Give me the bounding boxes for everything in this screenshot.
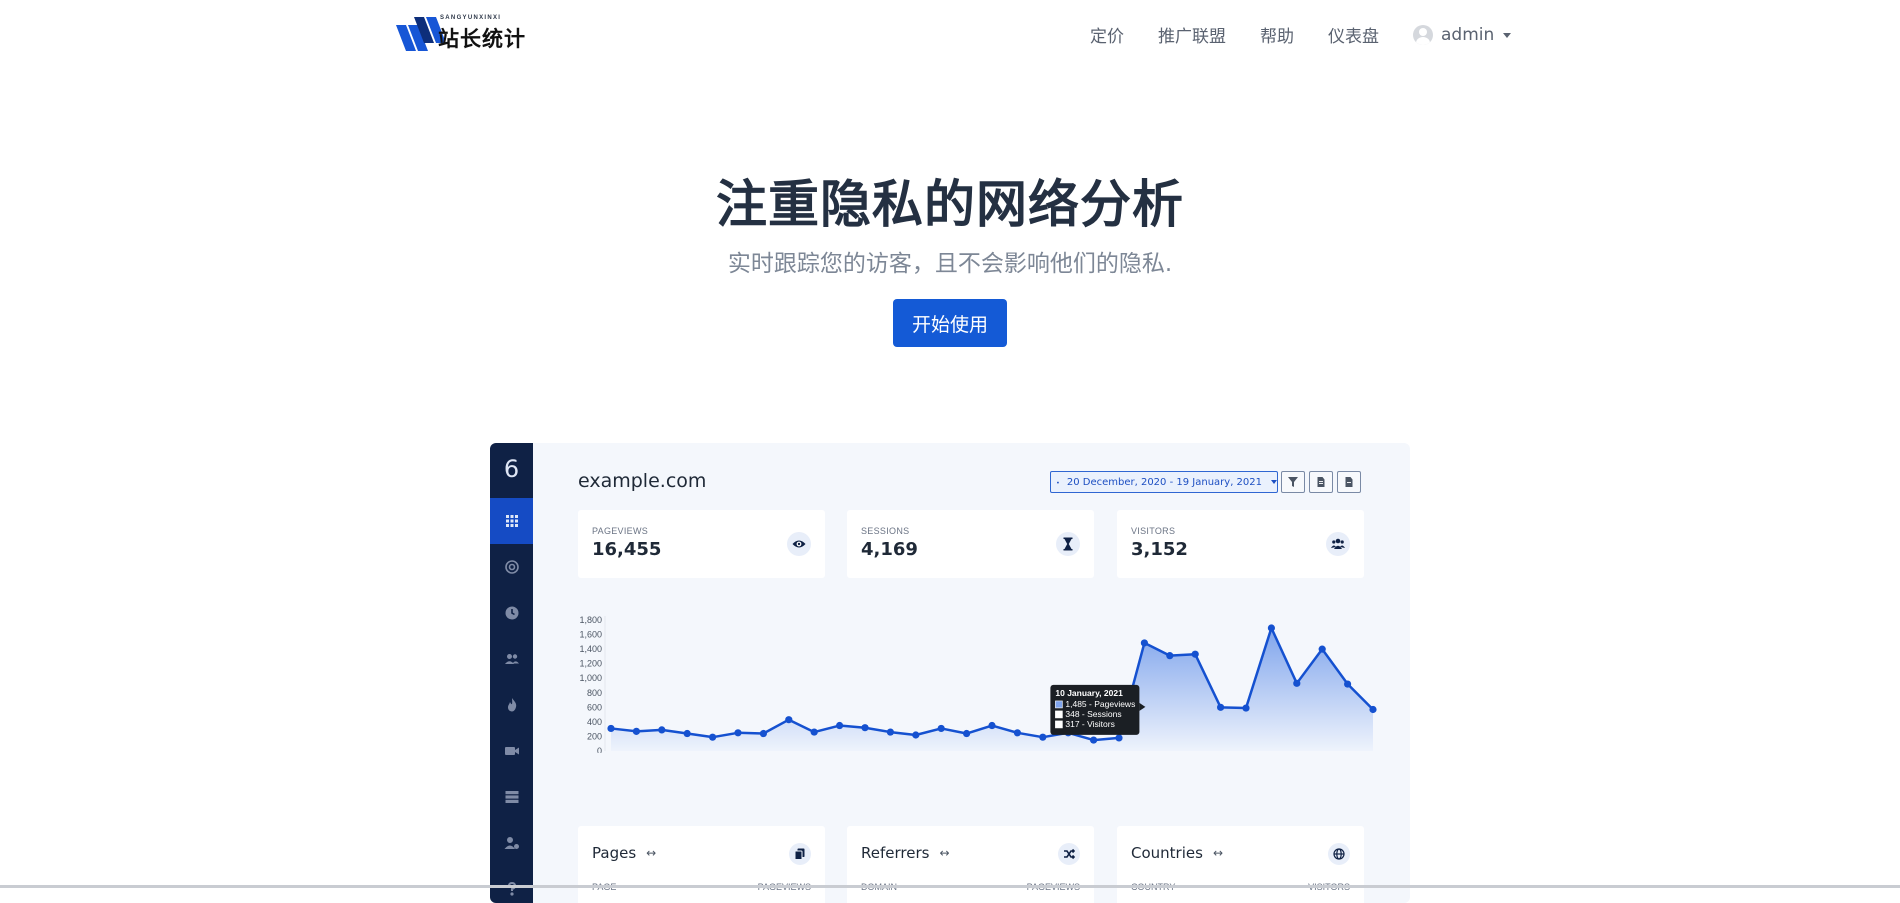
- data-point: [684, 730, 691, 737]
- y-tick-label: 200: [587, 731, 602, 741]
- data-point: [836, 722, 843, 729]
- data-point: [1369, 706, 1376, 713]
- brand-tagline: SANGYUNXINXI: [440, 15, 501, 21]
- tooltip-line: 348 - Sessions: [1065, 709, 1121, 719]
- hero-subtitle: 实时跟踪您的访客，且不会影响他们的隐私.: [0, 244, 1900, 278]
- data-point: [1141, 639, 1148, 646]
- data-point: [988, 722, 995, 729]
- data-point: [1344, 680, 1351, 687]
- user-name: admin: [1441, 25, 1494, 45]
- top-navbar: SANGYUNXINXI 站长统计 定价 推广联盟 帮助 仪表盘 admin: [0, 0, 1900, 72]
- nav-dashboard-link[interactable]: 仪表盘: [1328, 22, 1379, 47]
- dashboard-preview: 6 examp: [490, 443, 1410, 903]
- data-point: [760, 730, 767, 737]
- data-point: [1039, 734, 1046, 741]
- nav-affiliate-link[interactable]: 推广联盟: [1158, 22, 1226, 47]
- data-point: [1166, 652, 1173, 659]
- chart-tooltip: 10 January, 20211,485 - Pageviews348 - S…: [1050, 685, 1145, 735]
- avatar: [1413, 25, 1433, 45]
- data-point: [861, 724, 868, 731]
- nav-pricing-link[interactable]: 定价: [1090, 22, 1124, 47]
- y-tick-label: 600: [587, 702, 602, 712]
- help-icon: [504, 881, 520, 897]
- tooltip-line: 317 - Visitors: [1065, 719, 1114, 729]
- pages-panel: Pages ↔ PAGE PAGEVIEWS: [578, 826, 825, 903]
- panel-title: Pages: [592, 844, 636, 862]
- shuffle-icon: [1063, 848, 1075, 860]
- data-point: [734, 729, 741, 736]
- y-tick-label: 1,800: [579, 615, 602, 625]
- data-point: [1014, 729, 1021, 736]
- data-point: [887, 728, 894, 735]
- globe-icon: [1333, 848, 1345, 860]
- panel-title: Referrers: [861, 844, 929, 862]
- pageviews-chart[interactable]: 02004006008001,0001,2001,4001,6001,80020…: [490, 443, 1410, 753]
- series-area-pageviews: [611, 628, 1373, 751]
- panel-title: Countries: [1131, 844, 1203, 862]
- y-tick-label: 1,000: [579, 673, 602, 683]
- sidebar-item-account[interactable]: [490, 820, 533, 866]
- tooltip-swatch: [1055, 711, 1062, 718]
- data-point: [1192, 651, 1199, 658]
- copy-icon: [794, 848, 806, 860]
- expand-arrow-icon[interactable]: ↔: [939, 846, 949, 860]
- brand-logo[interactable]: SANGYUNXINXI 站长统计: [394, 12, 526, 56]
- chevron-down-icon: [1503, 33, 1511, 38]
- expand-arrow-icon[interactable]: ↔: [1213, 846, 1223, 860]
- referrers-panel: Referrers ↔ DOMAIN PAGEVIEWS: [847, 826, 1094, 903]
- data-point: [1090, 736, 1097, 743]
- data-point: [1319, 646, 1326, 653]
- y-tick-label: 400: [587, 717, 602, 727]
- data-point: [963, 730, 970, 737]
- data-point: [633, 728, 640, 735]
- hero-title: 注重隐私的网络分析: [0, 163, 1900, 237]
- data-point: [658, 726, 665, 733]
- data-point: [1293, 680, 1300, 687]
- data-point: [811, 728, 818, 735]
- data-point: [1268, 624, 1275, 631]
- expand-arrow-icon[interactable]: ↔: [646, 846, 656, 860]
- y-tick-label: 1,400: [579, 644, 602, 654]
- tooltip-line: 1,485 - Pageviews: [1065, 699, 1135, 709]
- countries-panel: Countries ↔ COUNTRY VISITORS: [1117, 826, 1364, 903]
- data-point: [938, 725, 945, 732]
- y-tick-label: 1,200: [579, 659, 602, 669]
- nav-help-link[interactable]: 帮助: [1260, 22, 1294, 47]
- tooltip-swatch: [1055, 701, 1062, 708]
- y-tick-label: 0: [597, 746, 602, 753]
- data-point: [912, 731, 919, 738]
- tooltip-swatch: [1055, 721, 1062, 728]
- data-point: [607, 725, 614, 732]
- y-tick-label: 1,600: [579, 630, 602, 640]
- main-nav: 定价 推广联盟 帮助 仪表盘 admin: [1090, 22, 1511, 47]
- data-point: [1217, 704, 1224, 711]
- get-started-button[interactable]: 开始使用: [893, 299, 1007, 347]
- sidebar-item-servers[interactable]: [490, 774, 533, 820]
- user-menu[interactable]: admin: [1413, 25, 1511, 45]
- server-icon: [504, 789, 520, 805]
- data-point: [1115, 734, 1122, 741]
- data-point: [709, 734, 716, 741]
- data-point: [1242, 704, 1249, 711]
- user-cog-icon: [504, 835, 520, 851]
- data-point: [785, 716, 792, 723]
- tooltip-date: 10 January, 2021: [1055, 688, 1123, 698]
- y-tick-label: 800: [587, 688, 602, 698]
